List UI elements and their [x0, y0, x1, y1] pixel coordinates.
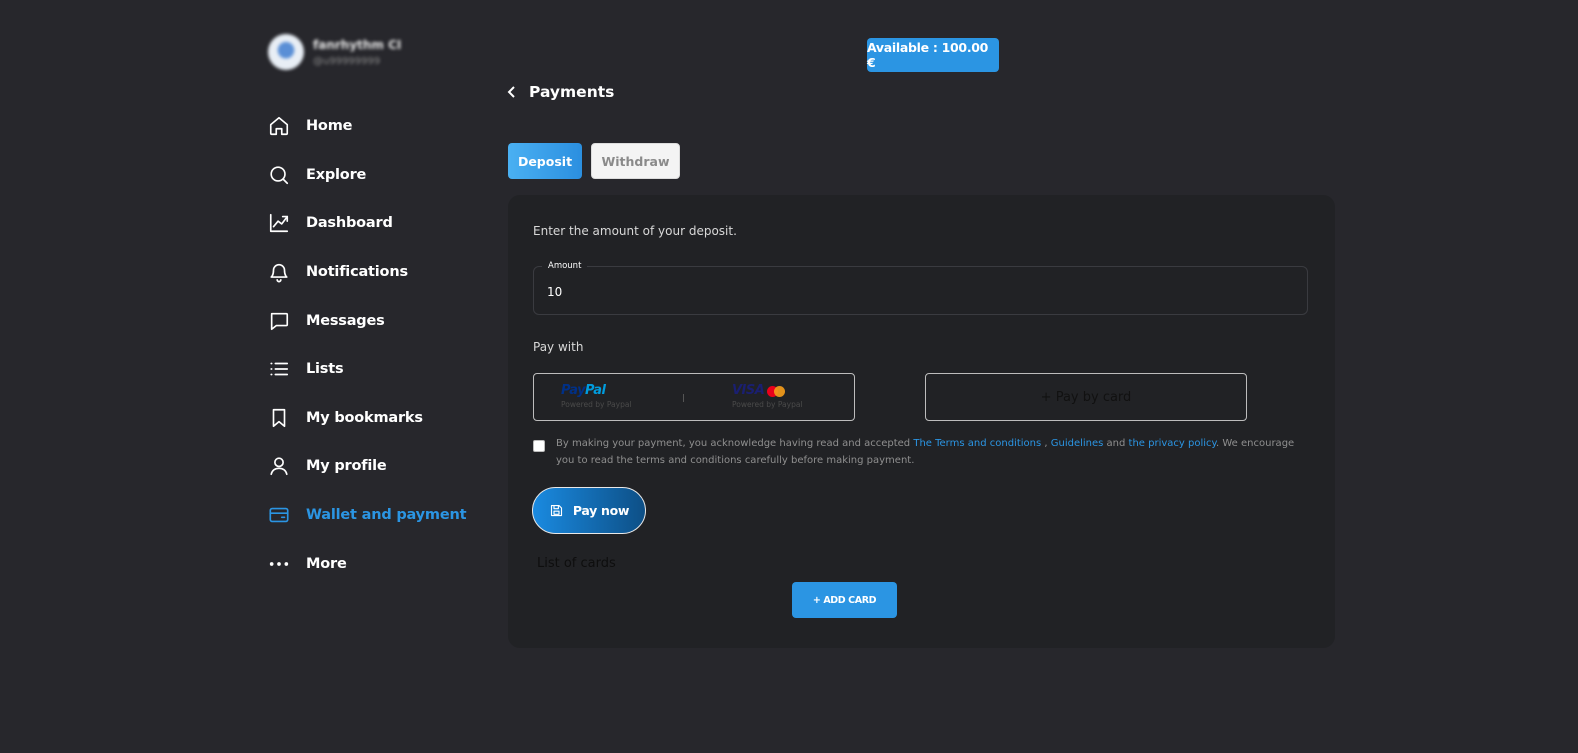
bookmark-icon — [267, 406, 291, 430]
more-icon — [267, 552, 291, 576]
sidebar-item-label: Home — [306, 118, 353, 135]
page-header: Payments — [505, 82, 614, 102]
sidebar-item-home[interactable]: Home — [267, 102, 497, 151]
message-icon — [267, 309, 291, 333]
profile-handle: @u99999999 — [313, 55, 381, 67]
sidebar-item-bookmarks[interactable]: My bookmarks — [267, 394, 497, 443]
sidebar-item-label: My bookmarks — [306, 409, 423, 426]
home-icon — [267, 114, 291, 138]
chevron-left-icon[interactable] — [505, 82, 519, 102]
visa-logo: VISA — [732, 383, 803, 399]
amount-input[interactable] — [547, 282, 1287, 302]
pay-by-card-button[interactable]: + Pay by card — [925, 373, 1247, 421]
wallet-icon — [267, 503, 291, 527]
consent-checkbox[interactable] — [533, 440, 545, 452]
save-icon — [550, 504, 562, 517]
list-icon — [267, 357, 291, 381]
sidebar-item-notifications[interactable]: Notifications — [267, 248, 497, 297]
sidebar-nav: Home Explore Dashboard Notifications Mes… — [267, 102, 497, 588]
privacy-policy-link[interactable]: the privacy policy — [1129, 438, 1216, 449]
add-card-button[interactable]: + ADD CARD — [792, 582, 897, 618]
chart-icon — [267, 211, 291, 235]
tab-deposit[interactable]: Deposit — [508, 143, 582, 179]
sidebar-item-more[interactable]: More — [267, 539, 497, 588]
sidebar-item-explore[interactable]: Explore — [267, 151, 497, 200]
sidebar-item-wallet[interactable]: Wallet and payment — [267, 491, 497, 540]
pay-now-button[interactable]: Pay now — [532, 487, 646, 534]
deposit-intro: Enter the amount of your deposit. — [533, 224, 737, 238]
profile-name: fanrhythm CI — [313, 37, 402, 52]
pay-now-label: Pay now — [572, 503, 630, 518]
payment-divider — [683, 394, 684, 402]
sidebar-item-label: Messages — [306, 312, 385, 329]
bell-icon — [267, 260, 291, 284]
sidebar-item-label: Lists — [306, 361, 344, 378]
pay-with-label: Pay with — [533, 340, 584, 354]
sidebar-item-label: Notifications — [306, 264, 408, 281]
sidebar-item-messages[interactable]: Messages — [267, 296, 497, 345]
user-icon — [267, 454, 291, 478]
sidebar-item-label: My profile — [306, 458, 387, 475]
visa-powered-text: Powered by Paypal — [732, 400, 803, 409]
amount-label: Amount — [542, 261, 588, 271]
user-profile[interactable]: fanrhythm CI @u99999999 — [268, 34, 401, 70]
deposit-panel: Enter the amount of your deposit. Amount… — [508, 195, 1335, 648]
terms-link[interactable]: The Terms and conditions — [913, 438, 1041, 449]
sidebar-item-label: Wallet and payment — [306, 507, 467, 524]
paypal-powered-text: Powered by Paypal — [561, 400, 632, 409]
consent-text: By making your payment, you acknowledge … — [556, 438, 1295, 466]
mastercard-icon — [767, 385, 786, 397]
sidebar-item-label: Explore — [306, 166, 367, 183]
paypal-option: PayPal Powered by Paypal — [561, 383, 632, 409]
page-title: Payments — [529, 83, 615, 101]
tab-withdraw[interactable]: Withdraw — [591, 143, 680, 179]
sidebar-item-dashboard[interactable]: Dashboard — [267, 199, 497, 248]
sidebar-item-profile[interactable]: My profile — [267, 442, 497, 491]
guidelines-link[interactable]: Guidelines — [1051, 438, 1104, 449]
sidebar-item-label: Dashboard — [306, 215, 393, 232]
list-of-cards-heading: List of cards — [537, 556, 616, 571]
paypal-button[interactable]: PayPal Powered by Paypal VISA Powered by… — [533, 373, 855, 421]
paypal-logo: PayPal — [561, 383, 606, 398]
available-balance[interactable]: Available : 100.00 € — [867, 38, 999, 72]
visa-option: VISA Powered by Paypal — [732, 383, 803, 409]
sidebar-item-lists[interactable]: Lists — [267, 345, 497, 394]
sidebar-item-label: More — [306, 555, 347, 572]
amount-field[interactable]: Amount — [533, 261, 1308, 315]
avatar[interactable] — [268, 34, 304, 70]
search-icon — [267, 163, 291, 187]
